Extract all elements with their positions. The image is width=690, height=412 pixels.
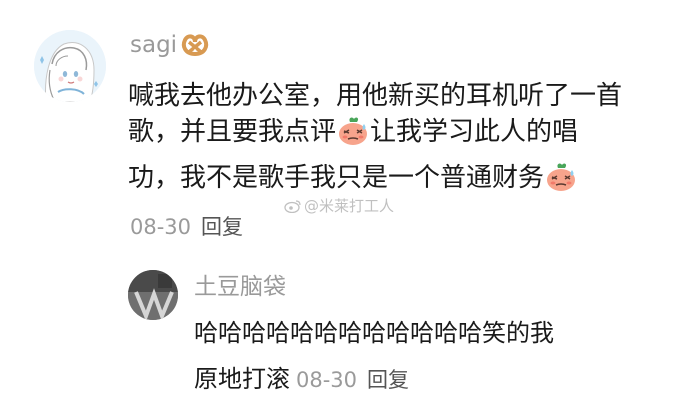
comment-text-line-2: 歌，并且要我点评 让我学习此人的唱 — [128, 114, 578, 150]
reply-reply-button[interactable]: 回复 — [367, 368, 409, 392]
anime-girl-avatar-icon — [34, 30, 106, 102]
shy-sweat-emoji-icon — [336, 116, 370, 146]
reply-text-segment: 原地打滚 — [194, 365, 290, 393]
reply-text-line-2: 原地打滚 08-30 回复 — [194, 362, 409, 397]
comment-meta: 08-30 回复 — [130, 212, 243, 242]
comment-text-segment: 功，我不是歌手我只是一个普通财务 — [128, 163, 545, 193]
comment-text-line-3: 功，我不是歌手我只是一个普通财务 — [128, 160, 578, 196]
watermark-text: @米莱打工人 — [304, 197, 395, 215]
reply-username[interactable]: 土豆脑袋 — [194, 272, 286, 302]
comment-text-line-1: 喊我去他办公室，用他新买的耳机听了一首 — [128, 81, 623, 111]
comment-text-segment: 歌，并且要我点评 — [128, 117, 337, 147]
comment-text-segment: 让我学习此人的唱 — [370, 117, 579, 147]
reply-text-line-1: 哈哈哈哈哈哈哈哈哈哈哈哈笑的我 — [194, 319, 554, 347]
reply-meta: 08-30 回复 — [296, 368, 409, 392]
weibo-icon — [284, 198, 302, 214]
reply-timestamp: 08-30 — [296, 368, 358, 392]
avatar-sagi[interactable] — [34, 30, 106, 102]
avatar-tudou-naodai[interactable] — [128, 270, 178, 320]
comment-username[interactable]: sagi — [130, 30, 211, 60]
watermark: @米莱打工人 — [284, 196, 394, 216]
comment-timestamp: 08-30 — [130, 215, 192, 239]
comment-reply-button[interactable]: 回复 — [201, 215, 243, 239]
shy-sweat-emoji-icon — [544, 162, 578, 192]
photo-avatar-icon — [128, 270, 178, 320]
username-text: sagi — [130, 32, 178, 58]
pretzel-icon — [179, 30, 211, 58]
